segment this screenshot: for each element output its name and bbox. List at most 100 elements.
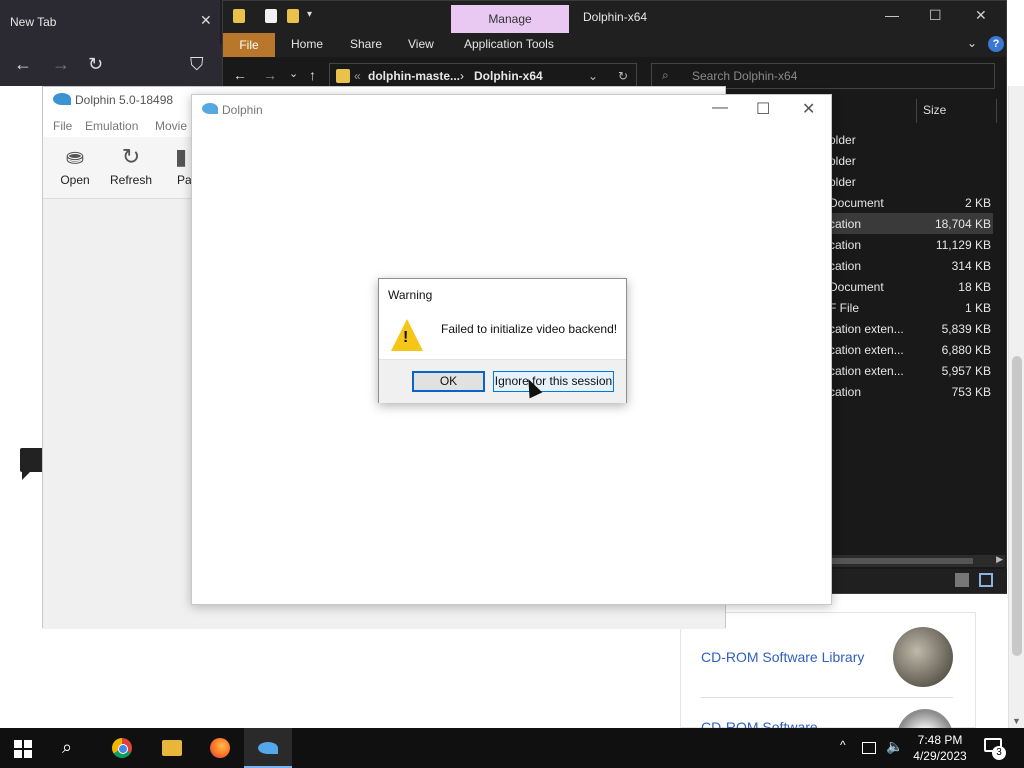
explorer-statusbar [823,569,1007,593]
nav-back-icon[interactable]: ← [233,67,247,83]
open-label: Open [60,173,90,187]
tab-home[interactable]: Home [291,37,323,51]
refresh-button[interactable]: ↻ Refresh [105,143,157,193]
file-row[interactable]: older [823,150,993,171]
taskbar-file-explorer[interactable] [148,728,196,768]
address-dropdown-icon[interactable]: ⌄ [588,69,598,83]
file-row[interactable]: cation 11,129 KB [823,234,993,255]
windows-start-icon[interactable] [14,740,32,758]
explorer-hscrollbar[interactable]: ▶ [823,554,1005,567]
taskbar-search-icon[interactable]: ⌕ [62,737,72,758]
breadcrumb-item[interactable]: Dolphin-x64 [474,69,543,83]
hscroll-thumb[interactable] [823,558,973,564]
taskbar-firefox[interactable] [196,728,244,768]
file-row[interactable]: cation exten... 5,839 KB [823,318,993,339]
chat-icon[interactable] [20,448,44,480]
warning-exclamation: ! [403,329,409,346]
file-row[interactable]: Document 18 KB [823,276,993,297]
scrollbar-thumb[interactable] [1012,356,1022,656]
file-row[interactable]: F File 1 KB [823,297,993,318]
file-type: cation exten... [829,364,904,378]
volume-icon[interactable]: 🔈 [886,738,903,755]
menu-movie[interactable]: Movie [155,119,187,133]
back-icon[interactable]: ← [14,54,32,75]
maximize-icon[interactable]: ☐ [929,7,942,24]
cdrom-library-thumbnail[interactable] [893,627,953,687]
library-card: CD-ROM Software Library CD-ROM Software [680,612,976,765]
properties-icon[interactable] [265,9,277,23]
new-folder-icon[interactable] [287,9,299,23]
file-size: 18,704 KB [934,217,991,231]
tab-application-tools[interactable]: Application Tools [464,37,554,51]
taskbar-dolphin[interactable] [244,728,292,768]
scroll-down-icon[interactable]: ▼ [1012,716,1021,726]
ok-button[interactable]: OK [412,371,485,392]
file-row[interactable]: cation exten... 5,957 KB [823,360,993,381]
forward-icon[interactable]: → [52,54,70,75]
nav-forward-icon[interactable]: → [263,67,277,83]
file-type: Document [829,196,884,210]
open-button[interactable]: ⛂ Open [49,143,101,193]
tab-view[interactable]: View [408,37,434,51]
file-row[interactable]: cation 314 KB [823,255,993,276]
network-icon[interactable] [862,742,876,754]
taskbar-clock[interactable]: 7:48 PM 4/29/2023 [910,732,970,764]
explorer-ribbon: File Home Share View Application Tools ⌄… [223,33,1006,57]
tab-file[interactable]: File [223,33,275,57]
nav-up-icon[interactable]: ↑ [309,67,316,83]
file-type: older [829,154,856,168]
file-size: 5,839 KB [941,322,991,336]
breadcrumb-overflow-icon[interactable]: « [354,69,361,83]
file-row[interactable]: cation 18,704 KB [823,213,993,234]
tab-share[interactable]: Share [350,37,382,51]
file-row[interactable]: older [823,171,993,192]
maximize-icon[interactable]: ☐ [756,99,770,119]
file-row[interactable]: cation exten... 6,880 KB [823,339,993,360]
refresh-label: Refresh [109,173,153,187]
ignore-for-session-button[interactable]: Ignore for this session [493,371,614,392]
reload-icon[interactable]: ↻ [88,54,103,75]
help-icon[interactable]: ? [988,36,1004,52]
column-header-size[interactable]: Size [923,103,946,117]
close-icon[interactable]: ✕ [802,99,815,119]
file-size: 1 KB [964,301,991,315]
pause-button[interactable]: ▮ Pa [161,143,191,193]
dialog-title: Warning [388,288,433,302]
open-icon: ⛂ [65,144,85,169]
tab-manage[interactable]: Manage [451,5,569,33]
expand-ribbon-icon[interactable]: ⌄ [967,36,977,50]
tray-overflow-icon[interactable]: ^ [840,738,846,752]
refresh-icon[interactable]: ↻ [618,69,628,83]
file-type: cation [829,385,862,399]
pause-label: Pa [177,173,191,187]
notification-count-badge: 3 [992,746,1006,760]
card-divider [701,697,953,698]
shield-icon[interactable]: ⛉ [190,54,204,75]
details-view-icon[interactable] [955,573,969,587]
taskbar-chrome[interactable] [98,728,146,768]
browser-toolbar: ← → ↻ ⛉ [0,44,222,86]
browser-tab[interactable]: New Tab ✕ [0,0,220,44]
close-tab-icon[interactable]: ✕ [200,12,212,29]
page-scrollbar[interactable]: ▼ [1008,86,1024,728]
clock-time: 7:48 PM [917,733,963,747]
recent-locations-icon[interactable]: ⌄ [289,67,298,80]
menu-file[interactable]: File [53,119,72,133]
minimize-icon[interactable]: — [712,99,728,117]
breadcrumb-item[interactable]: dolphin-maste... [368,69,460,83]
cdrom-library-link[interactable]: CD-ROM Software Library [701,649,864,665]
menu-emulation[interactable]: Emulation [85,119,138,133]
file-row[interactable]: Document 2 KB [823,192,993,213]
minimize-icon[interactable]: — [885,7,899,23]
customize-quick-access-icon[interactable]: ▾ [307,9,315,23]
clock-date: 4/29/2023 [913,749,967,763]
column-separator[interactable] [916,99,917,123]
file-row[interactable]: older [823,129,993,150]
file-size: 11,129 KB [935,238,991,252]
close-icon[interactable]: ✕ [975,7,987,24]
file-row[interactable]: cation 753 KB [823,381,993,402]
scroll-right-icon[interactable]: ▶ [996,554,1003,565]
column-separator[interactable] [996,99,997,123]
large-icons-view-icon[interactable] [979,573,993,587]
folder-icon [233,9,245,23]
